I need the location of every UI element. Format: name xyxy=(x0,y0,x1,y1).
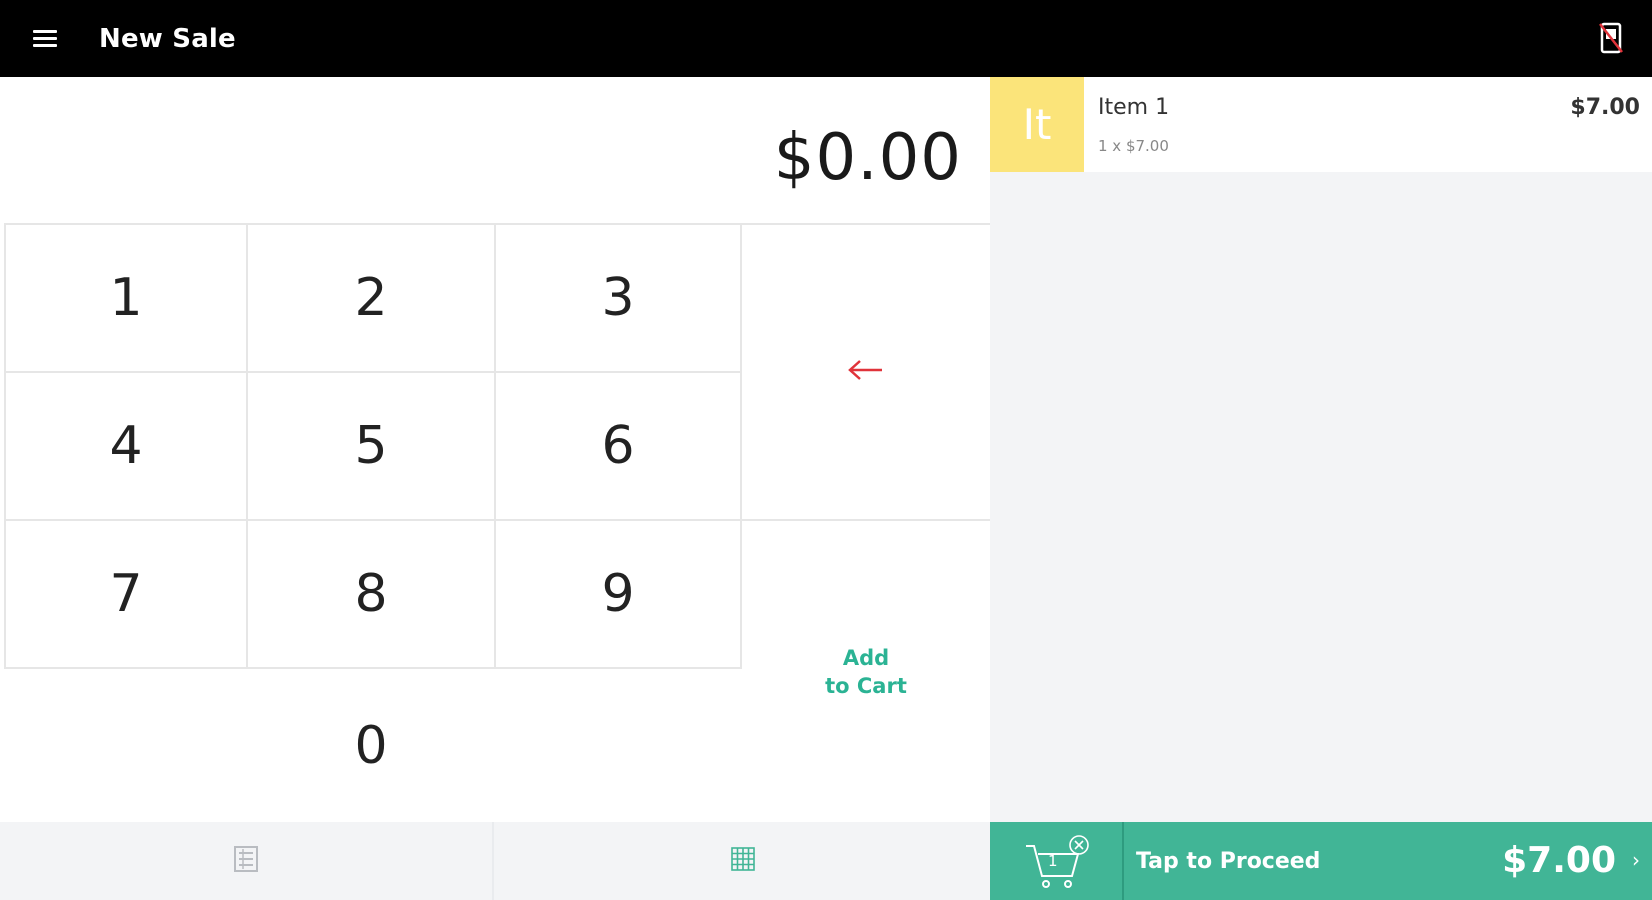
backspace-arrow-icon xyxy=(846,358,886,386)
library-list-icon xyxy=(233,845,259,877)
key-6[interactable]: 6 xyxy=(496,373,742,521)
page-title: New Sale xyxy=(99,24,236,54)
add-to-cart-label-line1: Add xyxy=(842,645,890,670)
backspace-button[interactable] xyxy=(742,225,990,521)
add-to-cart-button[interactable]: Add to Cart xyxy=(742,521,990,822)
menu-line xyxy=(33,44,57,47)
keypad-panel: $0.00 1 2 3 4 5 6 7 8 9 0 Add to Cart xyxy=(0,77,990,822)
tap-to-proceed-button[interactable]: Tap to Proceed $7.00 › xyxy=(1126,822,1652,900)
top-app-bar: New Sale xyxy=(0,0,1652,77)
numeric-keypad: 1 2 3 4 5 6 7 8 9 0 Add to Cart xyxy=(0,223,990,822)
card-reader-disconnected-icon[interactable] xyxy=(1598,21,1624,55)
key-3[interactable]: 3 xyxy=(496,225,742,373)
key-1[interactable]: 1 xyxy=(4,225,248,373)
checkout-total: $7.00 xyxy=(1502,840,1616,881)
key-0[interactable]: 0 xyxy=(0,669,742,822)
keypad-grid-icon xyxy=(730,846,756,876)
menu-line xyxy=(33,30,57,33)
tab-keypad[interactable] xyxy=(496,822,990,900)
cart-item[interactable]: It Item 1 1 x $7.00 $7.00 xyxy=(990,77,1652,172)
cart-panel: It Item 1 1 x $7.00 $7.00 xyxy=(990,77,1652,822)
item-price: $7.00 xyxy=(1570,95,1640,120)
key-9[interactable]: 9 xyxy=(496,521,742,669)
hamburger-menu-icon[interactable] xyxy=(26,22,62,54)
cart-count: 1 xyxy=(1048,852,1058,870)
tab-library[interactable] xyxy=(0,822,494,900)
amount-display: $0.00 xyxy=(773,121,962,195)
bottom-tab-bar xyxy=(0,822,990,900)
cart-button[interactable]: 1 xyxy=(990,822,1124,900)
proceed-label: Tap to Proceed xyxy=(1136,849,1321,874)
key-2[interactable]: 2 xyxy=(248,225,496,373)
checkout-bar: 1 Tap to Proceed $7.00 › xyxy=(990,822,1652,900)
item-thumbnail: It xyxy=(990,77,1084,172)
key-8[interactable]: 8 xyxy=(248,521,496,669)
item-quantity: 1 x $7.00 xyxy=(1098,137,1169,155)
chevron-right-icon: › xyxy=(1632,848,1640,872)
clear-cart-icon[interactable] xyxy=(1068,834,1090,860)
add-to-cart-label-line2: to Cart xyxy=(825,673,907,698)
item-name: Item 1 xyxy=(1098,95,1170,120)
menu-line xyxy=(33,37,57,40)
key-7[interactable]: 7 xyxy=(4,521,248,669)
key-4[interactable]: 4 xyxy=(4,373,248,521)
key-5[interactable]: 5 xyxy=(248,373,496,521)
